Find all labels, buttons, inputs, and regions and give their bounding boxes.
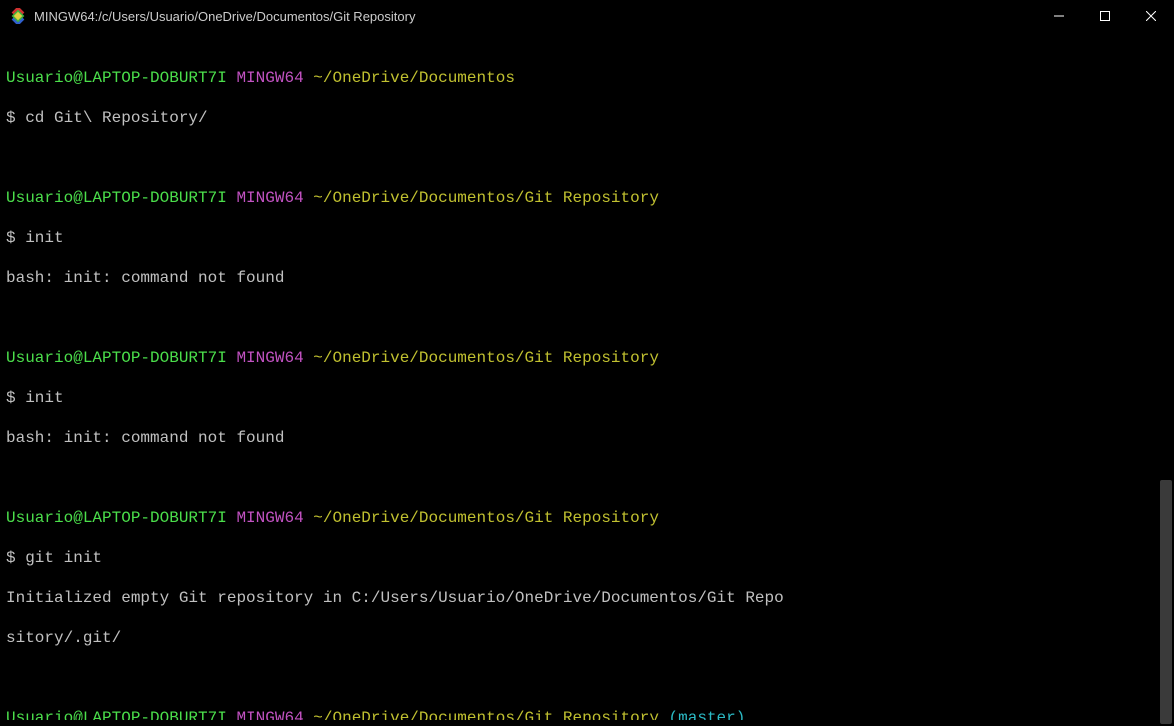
command-line: $ git init: [6, 548, 1168, 568]
output-line: sitory/.git/: [6, 628, 1168, 648]
prompt-line: Usuario@LAPTOP-DOBURT7I MINGW64 ~/OneDri…: [6, 708, 1168, 720]
output-line: bash: init: command not found: [6, 268, 1168, 288]
prompt-line: Usuario@LAPTOP-DOBURT7I MINGW64 ~/OneDri…: [6, 508, 1168, 528]
maximize-button[interactable]: [1082, 0, 1128, 32]
close-button[interactable]: [1128, 0, 1174, 32]
scrollbar-thumb[interactable]: [1160, 480, 1172, 724]
minimize-button[interactable]: [1036, 0, 1082, 32]
command-line: $ init: [6, 388, 1168, 408]
window-title: MINGW64:/c/Users/Usuario/OneDrive/Docume…: [34, 9, 415, 24]
terminal-body[interactable]: Usuario@LAPTOP-DOBURT7I MINGW64 ~/OneDri…: [6, 48, 1168, 720]
command-line: $ cd Git\ Repository/: [6, 108, 1168, 128]
output-line: Initialized empty Git repository in C:/U…: [6, 588, 1168, 608]
prompt-line: Usuario@LAPTOP-DOBURT7I MINGW64 ~/OneDri…: [6, 348, 1168, 368]
prompt-line: Usuario@LAPTOP-DOBURT7I MINGW64 ~/OneDri…: [6, 188, 1168, 208]
terminal-window: MINGW64:/c/Users/Usuario/OneDrive/Docume…: [0, 0, 1174, 726]
window-controls: [1036, 0, 1174, 32]
titlebar[interactable]: MINGW64:/c/Users/Usuario/OneDrive/Docume…: [0, 0, 1174, 32]
prompt-line: Usuario@LAPTOP-DOBURT7I MINGW64 ~/OneDri…: [6, 68, 1168, 88]
command-line: $ init: [6, 228, 1168, 248]
git-bash-icon: [10, 8, 26, 24]
output-line: bash: init: command not found: [6, 428, 1168, 448]
